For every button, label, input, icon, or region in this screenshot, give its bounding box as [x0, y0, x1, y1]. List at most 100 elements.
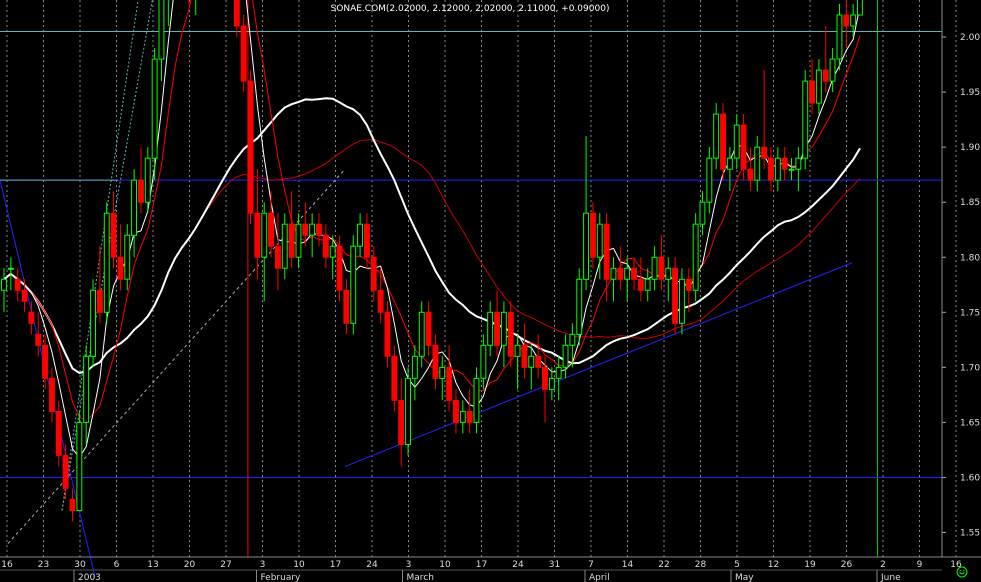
- candle-up: [439, 366, 446, 379]
- candle-down: [391, 355, 398, 401]
- price-tick-label: 2.00: [960, 33, 980, 43]
- candle-up: [103, 212, 110, 313]
- candle-down: [55, 410, 62, 456]
- day-tick-label: 6: [114, 560, 120, 570]
- day-tick-label: 26: [841, 560, 853, 570]
- candle-up: [706, 157, 713, 203]
- candle-down: [288, 223, 295, 258]
- candle-up: [329, 245, 336, 258]
- candle-down: [14, 278, 21, 291]
- candle-up: [610, 267, 617, 280]
- candle-up: [562, 344, 569, 368]
- candle-down: [35, 333, 42, 346]
- candle-down: [233, 0, 240, 27]
- candle-up: [158, 0, 165, 60]
- day-tick-label: 17: [476, 560, 487, 570]
- candle-up: [281, 223, 288, 269]
- day-tick-label: 9: [917, 560, 923, 570]
- candle-down: [240, 25, 247, 82]
- candle-up: [733, 124, 740, 159]
- day-tick-label: 24: [366, 560, 378, 570]
- price-tick-label: 1.85: [960, 198, 980, 208]
- candle-down: [96, 289, 103, 313]
- candle-up: [405, 377, 412, 445]
- candle-down: [425, 311, 432, 346]
- candle-up: [261, 212, 268, 258]
- candle-up: [411, 355, 418, 379]
- candle-up: [357, 223, 364, 247]
- candle-down: [336, 245, 343, 291]
- candle-down: [110, 212, 117, 258]
- candle-up: [83, 355, 90, 423]
- candle-down: [69, 499, 76, 511]
- day-tick-label: 31: [549, 560, 560, 570]
- day-tick-label: 10: [439, 560, 451, 570]
- month-label: June: [880, 573, 901, 582]
- candle-down: [507, 311, 514, 357]
- candle-up: [350, 245, 357, 324]
- candle-up: [7, 267, 14, 270]
- ma-long-red: [3, 138, 861, 374]
- day-tick-label: 14: [622, 560, 634, 570]
- candle-down: [254, 212, 261, 258]
- month-label: February: [261, 573, 302, 582]
- candle-down: [42, 344, 48, 379]
- candle-up: [802, 80, 809, 159]
- candle-up: [583, 212, 589, 280]
- candle-down: [494, 311, 501, 346]
- candle-up: [555, 366, 562, 379]
- day-tick-label: 16: [1, 560, 13, 570]
- candle-down: [62, 454, 69, 489]
- candle-up: [131, 179, 138, 236]
- candle-up: [624, 267, 631, 280]
- candle-down: [432, 344, 439, 379]
- day-tick-label: 2: [880, 560, 886, 570]
- candle-up: [829, 58, 836, 82]
- candle-down: [364, 223, 370, 258]
- candle-down: [535, 355, 542, 368]
- candle-up: [788, 168, 795, 171]
- candle-down: [21, 289, 28, 302]
- candle-down: [370, 256, 377, 291]
- candle-up: [528, 355, 535, 368]
- candle-down: [740, 124, 747, 170]
- candle-down: [631, 267, 637, 280]
- candle-up: [473, 377, 480, 423]
- candle-up: [665, 267, 672, 280]
- candle-up: [576, 278, 583, 335]
- candle-up: [699, 201, 706, 225]
- candle-up: [76, 421, 83, 511]
- candle-down: [809, 80, 815, 104]
- candle-down: [453, 399, 459, 423]
- chart-title: SONAE.COM(2.02000, 2.12000, 2.02000, 2.1…: [331, 4, 610, 14]
- candle-down: [590, 212, 596, 258]
- candle-down: [275, 245, 281, 269]
- candle-down: [521, 344, 528, 368]
- month-label: May: [735, 573, 754, 582]
- candle-up: [480, 344, 487, 379]
- candle-down: [542, 366, 548, 390]
- candle-up: [124, 234, 131, 280]
- candle-down: [617, 267, 624, 280]
- candle-down: [138, 179, 144, 203]
- candle-down: [117, 256, 124, 280]
- candle-down: [377, 289, 384, 313]
- candle-up: [692, 223, 699, 291]
- candle-up: [815, 69, 822, 104]
- price-tick-label: 1.55: [960, 529, 980, 539]
- month-label: March: [407, 573, 434, 582]
- candle-up: [500, 311, 507, 346]
- trend-line-support: [344, 262, 853, 467]
- candle-up: [596, 223, 603, 258]
- month-label: 2003: [78, 573, 101, 582]
- candle-down: [398, 399, 405, 445]
- candle-down: [658, 256, 665, 280]
- smile-icon[interactable]: [956, 566, 968, 578]
- price-tick-label: 1.60: [960, 473, 980, 483]
- day-tick-label: 5: [734, 560, 740, 570]
- candle-up: [754, 146, 761, 181]
- day-tick-label: 17: [330, 560, 341, 570]
- price-tick-label: 1.75: [960, 308, 980, 318]
- day-tick-label: 13: [147, 560, 158, 570]
- day-tick-label: 16: [950, 560, 962, 570]
